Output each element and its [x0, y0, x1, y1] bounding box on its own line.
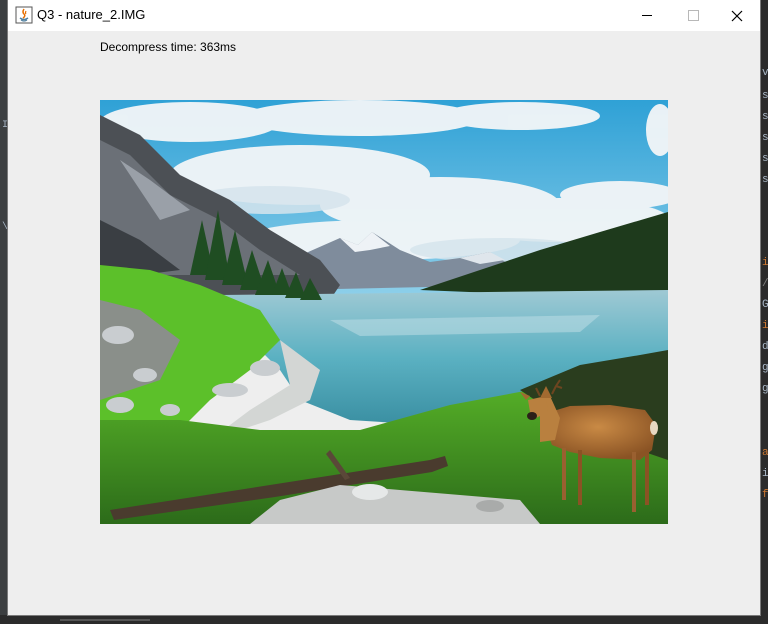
maximize-button[interactable]	[670, 0, 716, 31]
close-icon	[731, 10, 743, 21]
decoded-image	[100, 100, 668, 524]
ide-char: i	[762, 320, 768, 332]
ide-char: /	[762, 278, 768, 290]
ide-char: s	[762, 111, 768, 123]
ide-char: d	[762, 341, 768, 353]
ide-char: g	[762, 362, 768, 374]
minimize-icon	[642, 15, 652, 16]
ide-char: i	[762, 257, 768, 269]
app-window: Q3 - nature_2.IMG Decompress time: 363ms	[8, 0, 760, 615]
landscape-image	[100, 100, 668, 524]
close-button[interactable]	[714, 0, 760, 31]
title-bar[interactable]: Q3 - nature_2.IMG	[8, 0, 760, 31]
ide-char: G	[762, 299, 768, 311]
ide-char: g	[762, 383, 768, 395]
window-title: Q3 - nature_2.IMG	[37, 7, 146, 22]
ide-char: a	[762, 447, 768, 459]
ide-char: s	[762, 132, 768, 144]
ide-char: s	[762, 153, 768, 165]
decompress-time-label: Decompress time: 363ms	[100, 40, 237, 54]
ide-char: s	[762, 174, 768, 186]
ide-bottom-edge	[0, 615, 768, 624]
ide-left-edge: I \	[0, 0, 8, 624]
ide-char: i	[762, 468, 768, 480]
ide-right-edge: v s s s s s i / G i d g g a i f	[760, 0, 768, 624]
minimize-button[interactable]	[624, 0, 670, 31]
ide-char: v	[762, 67, 768, 79]
java-icon	[15, 6, 33, 24]
maximize-icon	[687, 10, 699, 21]
ide-char: s	[762, 90, 768, 102]
ide-scrollbar	[60, 619, 150, 621]
ide-char: f	[762, 489, 768, 501]
